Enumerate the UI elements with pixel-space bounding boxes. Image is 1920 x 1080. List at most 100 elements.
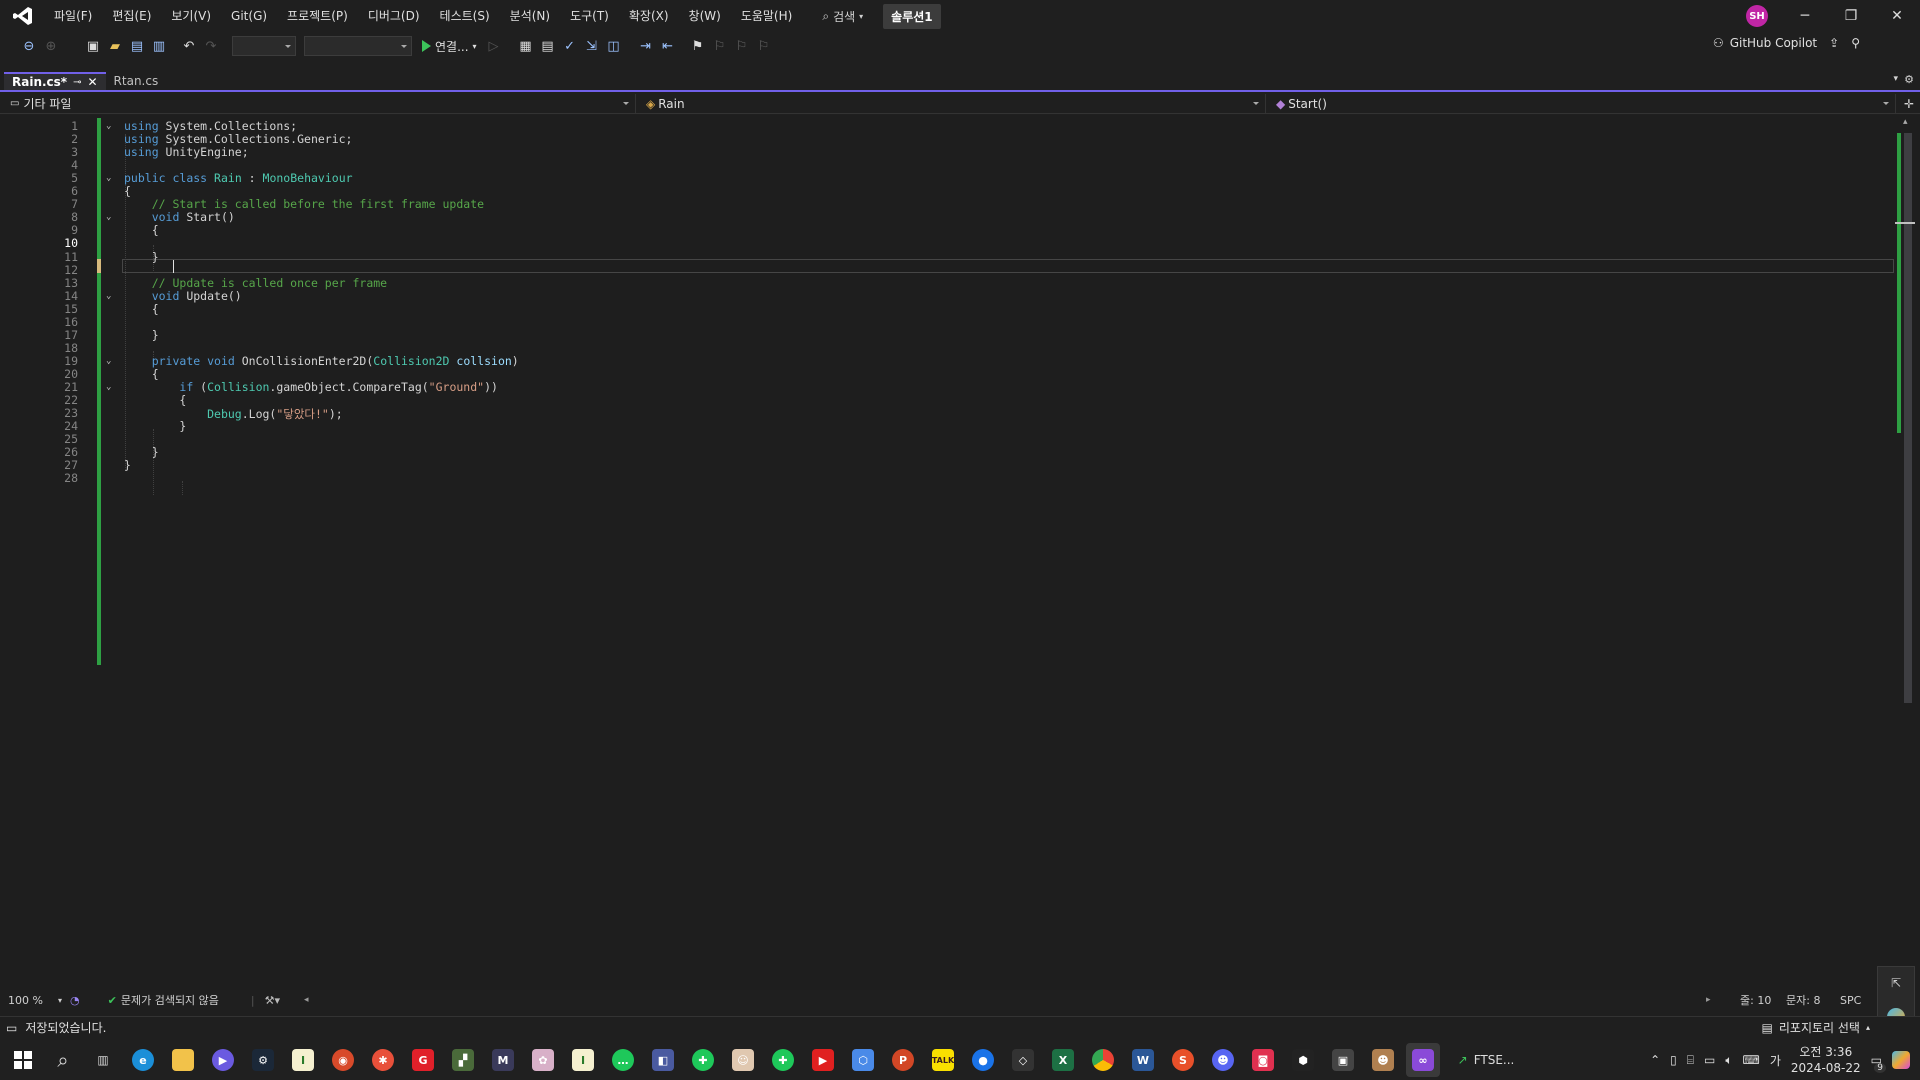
whitespace-indicator[interactable]: SPC (1840, 994, 1861, 1007)
start-button[interactable] (6, 1043, 40, 1077)
share-icon[interactable]: ⇪ (1829, 36, 1839, 50)
taskbar-stocks[interactable]: ↗ FTSE... (1446, 1043, 1526, 1077)
save-all-icon[interactable]: ▥ (148, 35, 170, 57)
github-copilot-button[interactable]: ⚇ GitHub Copilot ⇪ ⚲ (1713, 36, 1860, 50)
search-button[interactable]: ⌕ 검색 ▾ (814, 8, 871, 25)
column-indicator[interactable]: 문자: 8 (1786, 992, 1820, 1008)
menu-analyze[interactable]: 분석(N) (500, 1, 560, 31)
search-taskbar-button[interactable]: ⌕ (46, 1043, 80, 1077)
collapse-chevron-icon[interactable]: ⌄ (106, 291, 114, 300)
taskbar-app-8[interactable]: I (566, 1043, 600, 1077)
taskbar-unity-hub[interactable]: ⬢ (1286, 1043, 1320, 1077)
taskbar-app-13[interactable]: ◙ (1246, 1043, 1280, 1077)
menu-debug[interactable]: 디버그(D) (358, 1, 430, 31)
project-dropdown[interactable]: ▭ 기타 파일 (0, 93, 636, 114)
menu-test[interactable]: 테스트(S) (430, 1, 500, 31)
pin-icon[interactable]: ⊸ (73, 77, 81, 88)
clear-bookmarks-icon[interactable]: ⚐ (753, 35, 775, 57)
network-icon[interactable]: ⌸ (1687, 1053, 1694, 1068)
avatar[interactable]: SH (1746, 5, 1768, 27)
configuration-dropdown[interactable] (232, 36, 296, 56)
taskbar-kakaotalk[interactable]: TALK (926, 1043, 960, 1077)
minimize-button[interactable]: ─ (1782, 0, 1828, 32)
taskbar-chrome[interactable] (1086, 1043, 1120, 1077)
taskbar-app-12[interactable]: S (1166, 1043, 1200, 1077)
new-project-icon[interactable]: ▣ (82, 35, 104, 57)
menu-window[interactable]: 창(W) (679, 1, 731, 31)
show-hidden-icons-icon[interactable]: ⌃ (1650, 1053, 1660, 1067)
spell-check-icon[interactable]: ✓ (559, 35, 581, 57)
save-icon[interactable]: ▤ (126, 35, 148, 57)
taskbar-word[interactable]: W (1126, 1043, 1160, 1077)
open-file-icon[interactable]: ▰ (104, 35, 126, 57)
volume-icon[interactable]: 🔈︎ (1725, 1053, 1732, 1068)
code-cleanup-icon[interactable]: ⚒▾ (265, 994, 280, 1007)
taskbar-app-2[interactable]: ◉ (326, 1043, 360, 1077)
scrollbar-thumb[interactable] (1904, 133, 1912, 703)
collapse-chevron-icon[interactable]: ⌄ (106, 122, 114, 131)
member-dropdown[interactable]: ◆ Start() (1266, 93, 1896, 114)
collapse-chevron-icon[interactable]: ⌄ (106, 356, 114, 365)
taskbar-excel[interactable]: X (1046, 1043, 1080, 1077)
collapse-chevron-icon[interactable]: ⌄ (106, 213, 114, 222)
menu-git[interactable]: Git(G) (221, 1, 277, 31)
taskbar-edge[interactable]: e (126, 1043, 160, 1077)
collapse-chevron-icon[interactable]: ⌄ (106, 174, 114, 183)
taskbar-app-9[interactable]: ◧ (646, 1043, 680, 1077)
code-editor[interactable]: 1 2 3 4 5 6 7 8 9 10 11 12 13 14 15 16 17 18 19 20 21 22 23 24 2… (0, 115, 1895, 990)
start-debugging-button[interactable]: 연결... ▾ (422, 38, 477, 55)
notification-center-icon[interactable]: ▭ 9 (1871, 1053, 1886, 1073)
taskbar-game-2[interactable]: ✚ (766, 1043, 800, 1077)
layout-icon[interactable]: ▤ (537, 35, 559, 57)
outdent-icon[interactable]: ⇤ (657, 35, 679, 57)
line-indicator[interactable]: 줄: 10 (1740, 992, 1771, 1008)
restore-button[interactable]: ❐ (1828, 0, 1874, 32)
taskbar-app-15[interactable]: ☻ (1366, 1043, 1400, 1077)
prev-bookmark-icon[interactable]: ⚐ (709, 35, 731, 57)
next-bookmark-icon[interactable]: ⚐ (731, 35, 753, 57)
collapse-chevron-icon[interactable]: ⌄ (106, 383, 114, 392)
taskbar-discord[interactable]: ☻ (1206, 1043, 1240, 1077)
close-button[interactable]: ✕ (1874, 0, 1920, 32)
taskbar-line[interactable]: … (606, 1043, 640, 1077)
tab-rain-cs[interactable]: Rain.cs* ⊸ ✕ (4, 72, 106, 90)
bookmark-icon[interactable]: ⚑ (687, 35, 709, 57)
taskbar-app-11[interactable]: ⬡ (846, 1043, 880, 1077)
gear-icon[interactable]: ⚙ (1904, 73, 1914, 86)
close-icon[interactable]: ✕ (87, 75, 97, 89)
taskbar-app-4[interactable]: G (406, 1043, 440, 1077)
menu-extensions[interactable]: 확장(X) (619, 1, 679, 31)
taskbar-app-14[interactable]: ▣ (1326, 1043, 1360, 1077)
class-dropdown[interactable]: ◈ Rain (636, 93, 1266, 114)
scroll-right-icon[interactable]: ▸ (1706, 995, 1711, 1005)
display-icon[interactable]: ▭ (1704, 1053, 1715, 1067)
diagnostics-icon[interactable]: ◫ (603, 35, 625, 57)
keyboard-icon[interactable]: ⌨ (1743, 1053, 1760, 1067)
split-window-icon[interactable]: ✛ (1904, 97, 1914, 111)
tab-rtan-cs[interactable]: Rtan.cs (106, 72, 186, 90)
platform-dropdown[interactable] (304, 36, 412, 56)
taskbar-app-1[interactable]: I (286, 1043, 320, 1077)
taskbar-youtube[interactable]: ▶ (806, 1043, 840, 1077)
taskbar-powerpoint[interactable]: P (886, 1043, 920, 1077)
menu-project[interactable]: 프로젝트(P) (277, 1, 358, 31)
taskbar-steam[interactable]: ⚙ (246, 1043, 280, 1077)
task-view-button[interactable]: ▥ (86, 1043, 120, 1077)
taskbar-app-6[interactable]: M (486, 1043, 520, 1077)
clock[interactable]: 오전 3:36 2024-08-22 (1791, 1044, 1861, 1076)
taskbar-explorer[interactable] (166, 1043, 200, 1077)
scroll-up-icon[interactable]: ▴ (1903, 117, 1908, 127)
taskbar-visual-studio[interactable]: ∞ (1406, 1043, 1440, 1077)
zoom-dropdown[interactable]: 100 % (8, 994, 58, 1007)
taskbar-app-3[interactable]: ✱ (366, 1043, 400, 1077)
redo-icon[interactable]: ↷ (200, 35, 222, 57)
menu-view[interactable]: 보기(V) (161, 1, 221, 31)
step-icon[interactable]: ⇲ (581, 35, 603, 57)
taskbar-app-5[interactable]: ▞ (446, 1043, 480, 1077)
scroll-left-icon[interactable]: ◂ (304, 995, 309, 1005)
copilot-taskbar-icon[interactable] (1892, 1051, 1910, 1069)
taskbar-app-7[interactable]: ✿ (526, 1043, 560, 1077)
taskbar-maps[interactable]: ● (966, 1043, 1000, 1077)
navigate-back-icon[interactable]: ⊖ (18, 35, 40, 57)
ime-indicator[interactable]: 가 (1770, 1052, 1781, 1069)
